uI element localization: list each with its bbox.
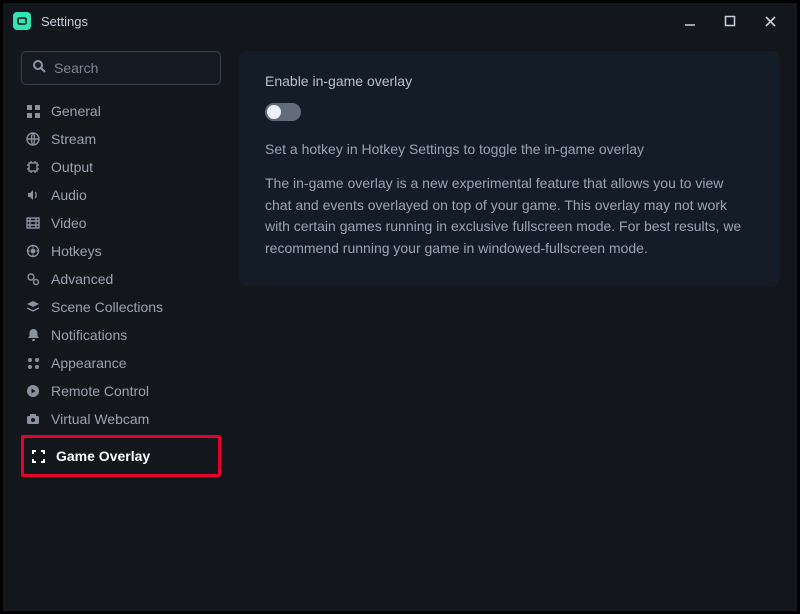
keyboard-icon xyxy=(25,244,41,258)
sidebar-item-label: Appearance xyxy=(51,355,127,371)
sidebar-item-audio[interactable]: Audio xyxy=(21,181,221,209)
sidebar-item-label: Audio xyxy=(51,187,87,203)
sidebar-item-game-overlay[interactable]: Game Overlay xyxy=(26,442,216,470)
minimize-button[interactable] xyxy=(679,10,701,32)
toggle-knob xyxy=(267,105,281,119)
sidebar-item-label: Scene Collections xyxy=(51,299,163,315)
sidebar-item-notifications[interactable]: Notifications xyxy=(21,321,221,349)
main-content: Enable in-game overlay Set a hotkey in H… xyxy=(239,51,779,593)
sidebar-item-remote-control[interactable]: Remote Control xyxy=(21,377,221,405)
sidebar-item-appearance[interactable]: Appearance xyxy=(21,349,221,377)
sidebar-item-label: Stream xyxy=(51,131,96,147)
enable-overlay-toggle[interactable] xyxy=(265,103,301,121)
sidebar-item-label: Output xyxy=(51,159,93,175)
palette-icon xyxy=(25,357,41,370)
remote-icon xyxy=(25,384,41,398)
sidebar-item-stream[interactable]: Stream xyxy=(21,125,221,153)
sidebar-item-virtual-webcam[interactable]: Virtual Webcam xyxy=(21,405,221,433)
sidebar-item-label: Video xyxy=(51,215,87,231)
grid-icon xyxy=(25,105,41,118)
game-overlay-panel: Enable in-game overlay Set a hotkey in H… xyxy=(239,51,779,286)
sidebar-item-label: Advanced xyxy=(51,271,113,287)
window-title: Settings xyxy=(41,14,88,29)
sidebar-item-label: Hotkeys xyxy=(51,243,102,259)
overlay-icon xyxy=(30,450,46,463)
sidebar-item-label: Game Overlay xyxy=(56,448,150,464)
maximize-button[interactable] xyxy=(719,10,741,32)
gears-icon xyxy=(25,272,41,286)
sidebar-item-scene-collections[interactable]: Scene Collections xyxy=(21,293,221,321)
overlay-hint-text: Set a hotkey in Hotkey Settings to toggl… xyxy=(265,141,753,157)
film-icon xyxy=(25,217,41,229)
close-button[interactable] xyxy=(759,10,781,32)
sidebar-item-label: General xyxy=(51,103,101,119)
sidebar-item-video[interactable]: Video xyxy=(21,209,221,237)
highlight-marker: Game Overlay xyxy=(21,435,221,477)
sidebar-item-general[interactable]: General xyxy=(21,97,221,125)
chip-icon xyxy=(25,160,41,174)
globe-icon xyxy=(25,132,41,146)
app-icon xyxy=(13,12,31,30)
layers-icon xyxy=(25,300,41,314)
search-input[interactable] xyxy=(54,60,210,76)
camera-icon xyxy=(25,413,41,425)
sidebar-item-advanced[interactable]: Advanced xyxy=(21,265,221,293)
enable-overlay-label: Enable in-game overlay xyxy=(265,73,753,89)
search-icon xyxy=(32,59,46,78)
sidebar: General Stream Output Audio Video xyxy=(21,51,221,593)
sidebar-item-output[interactable]: Output xyxy=(21,153,221,181)
bell-icon xyxy=(25,328,41,342)
speaker-icon xyxy=(25,188,41,202)
sidebar-item-hotkeys[interactable]: Hotkeys xyxy=(21,237,221,265)
sidebar-item-label: Notifications xyxy=(51,327,127,343)
overlay-description: The in-game overlay is a new experimenta… xyxy=(265,173,753,260)
search-box[interactable] xyxy=(21,51,221,85)
sidebar-item-label: Virtual Webcam xyxy=(51,411,149,427)
sidebar-item-label: Remote Control xyxy=(51,383,149,399)
titlebar: Settings xyxy=(3,3,797,39)
